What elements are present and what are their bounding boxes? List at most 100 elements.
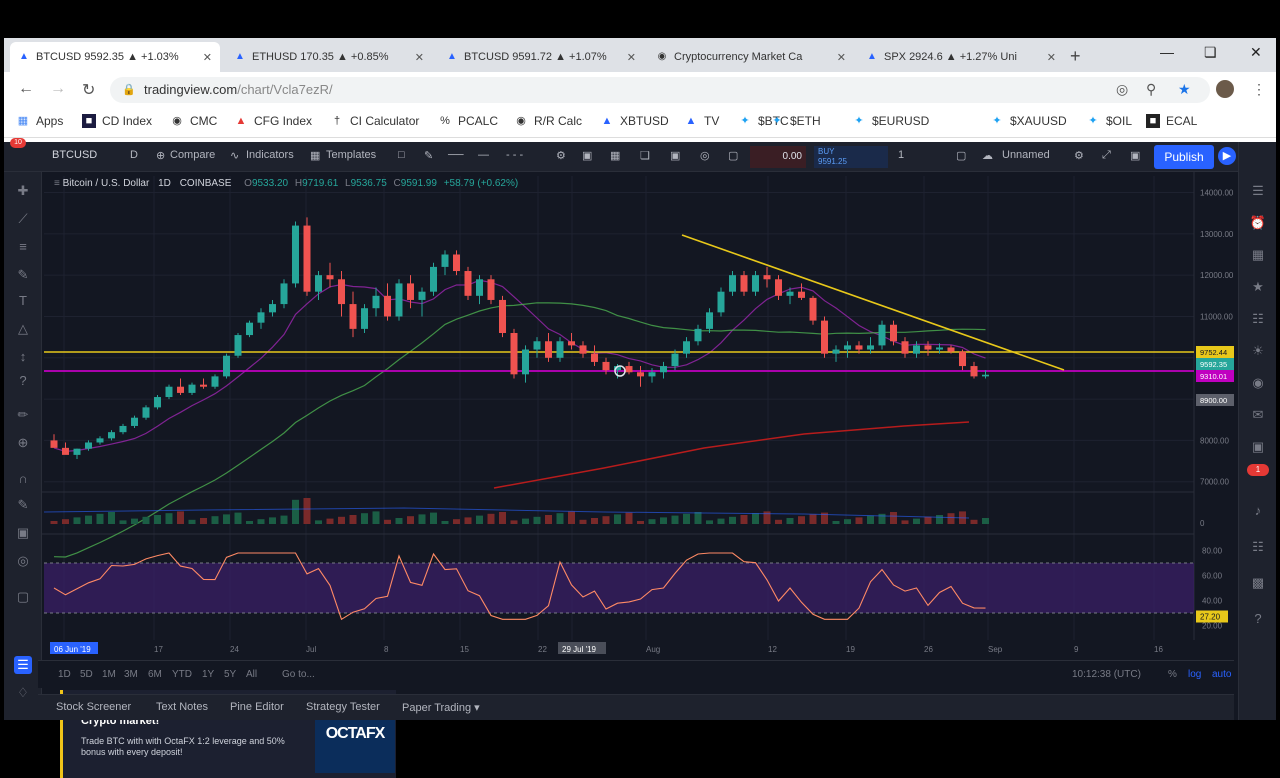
goto-button[interactable]: Go to... [282, 669, 315, 680]
indicators-icon[interactable]: ∿ [230, 149, 239, 162]
tab-text-notes[interactable]: Text Notes [156, 701, 208, 713]
bookmark-cmc[interactable]: ◉ CMC [170, 114, 217, 128]
line-style-icon[interactable]: ── [448, 149, 464, 161]
bookmark-tv[interactable]: ▲ TV [684, 114, 720, 128]
symbol-search[interactable]: BTCUSD [52, 149, 97, 161]
bookmark-ecal[interactable]: ■ ECAL [1146, 114, 1197, 128]
close-icon[interactable]: ✕ [203, 51, 212, 64]
pattern-icon[interactable]: △ [14, 320, 32, 338]
lock-drawings-icon[interactable]: ▣ [14, 524, 32, 542]
remove-drawings-icon[interactable]: ▢ [14, 588, 32, 606]
close-icon[interactable]: ✕ [1047, 51, 1056, 64]
bookmark-eurusd[interactable]: ✦ $EURUSD [852, 114, 929, 128]
range-1m[interactable]: 1M [102, 669, 116, 680]
collapse-icon[interactable]: ≡ [54, 178, 60, 189]
reload-icon[interactable]: ↻ [82, 80, 95, 100]
bookmark-oil[interactable]: ✦ $OIL [1086, 114, 1132, 128]
bookmark-eth[interactable]: ✦ $ETH [770, 114, 820, 128]
tab-paper-trading[interactable]: Paper Trading ▾ [402, 701, 480, 714]
crosshair-icon[interactable]: ✚ [14, 182, 32, 200]
buy-button[interactable]: BUY 9591.25 [814, 146, 888, 168]
hotlist-icon[interactable]: ★ [1249, 278, 1267, 296]
tab-pine-editor[interactable]: Pine Editor [230, 701, 284, 713]
tab-btcusd-2[interactable]: ▲ BTCUSD 9591.72 ▲ +1.07% ✕ [438, 42, 644, 72]
eye-icon[interactable]: ◎ [700, 149, 710, 162]
color-picker-icon[interactable]: ✎ [424, 149, 433, 162]
bookmark-star-icon[interactable]: ★ [1178, 81, 1191, 98]
data-window-icon[interactable]: ▦ [1249, 246, 1267, 264]
notifications-icon[interactable]: ♪ [1249, 502, 1267, 520]
templates-button[interactable]: Templates [326, 149, 376, 161]
log-scale[interactable]: log [1188, 669, 1201, 680]
prediction-icon[interactable]: ↕ [14, 348, 32, 366]
line-dash-icon[interactable]: - - - [506, 149, 523, 161]
watchlist-icon[interactable]: ☰ [1249, 182, 1267, 200]
magnet-icon[interactable]: ∩ [14, 470, 32, 488]
trash-icon[interactable]: ▢ [728, 149, 738, 162]
zoom-in-icon[interactable]: ⊕ [14, 434, 32, 452]
fib-icon[interactable]: ≡ [14, 238, 32, 256]
bookmark-xbtusd[interactable]: ▲ XBTUSD [600, 114, 669, 128]
menu-icon[interactable]: ⋮ [1252, 81, 1266, 98]
interval-select[interactable]: D [130, 149, 138, 161]
range-1d[interactable]: 1D [58, 669, 71, 680]
bookmark-rr-calc[interactable]: ◉ R/R Calc [514, 114, 582, 128]
back-icon[interactable]: ← [18, 80, 34, 98]
calendar-icon[interactable]: ☷ [1249, 310, 1267, 328]
cloud-icon[interactable]: ☁ [982, 149, 993, 162]
help-center-icon[interactable]: ? [1249, 610, 1267, 628]
range-all[interactable]: All [246, 669, 257, 680]
bookmark-pcalc[interactable]: % PCALC [438, 114, 498, 128]
settings-icon[interactable]: ⚙ [1074, 149, 1084, 162]
visibility-icon[interactable]: ▣ [582, 149, 592, 162]
compare-icon[interactable]: ⊕ [156, 149, 165, 162]
play-icon[interactable]: ▶ [1218, 147, 1236, 165]
minimize-icon[interactable]: — [1160, 44, 1174, 60]
bookmark-cfg-index[interactable]: ▲ CFG Index [234, 114, 312, 128]
ruler-icon[interactable]: ✏ [14, 406, 32, 424]
indicators-button[interactable]: Indicators [246, 149, 294, 161]
location-icon[interactable]: ◎ [1116, 81, 1128, 98]
tree-icon[interactable]: ♢ [14, 684, 32, 702]
sell-button[interactable]: 0.00 [750, 146, 806, 168]
quantity-field[interactable]: 1 [898, 149, 904, 161]
fullscreen-icon[interactable]: ⤢ [1102, 149, 1111, 162]
forward-icon[interactable]: → [50, 80, 66, 98]
notification-badge[interactable]: 10 [10, 138, 26, 148]
range-6m[interactable]: 6M [148, 669, 162, 680]
close-icon[interactable]: ✕ [627, 51, 636, 64]
layout-name[interactable]: Unnamed [1002, 149, 1050, 161]
publish-button[interactable]: Publish [1154, 145, 1214, 169]
ideas-icon[interactable]: ☀ [1249, 342, 1267, 360]
time-display[interactable]: 10:12:38 (UTC) [1072, 669, 1141, 680]
bookmark-xauusd[interactable]: ✦ $XAUUSD [990, 114, 1066, 128]
tab-spx[interactable]: ▲ SPX 2924.6 ▲ +1.27% Uni ✕ [858, 42, 1064, 72]
settings-gear-icon[interactable]: ⚙ [556, 149, 566, 162]
auto-scale[interactable]: auto [1212, 669, 1231, 680]
range-1y[interactable]: 1Y [202, 669, 214, 680]
clone-icon[interactable]: ❏ [640, 149, 650, 162]
stay-drawing-icon[interactable]: ✎ [14, 496, 32, 514]
fullscreen-layout-icon[interactable]: ▢ [956, 149, 966, 162]
window-close-icon[interactable]: ✕ [1250, 44, 1262, 61]
compare-button[interactable]: Compare [170, 149, 215, 161]
templates-icon[interactable]: ▦ [310, 149, 320, 162]
messages-icon[interactable]: ▣ [1249, 438, 1267, 456]
hide-drawings-icon[interactable]: ◎ [14, 552, 32, 570]
range-5y[interactable]: 5Y [224, 669, 236, 680]
new-tab-button[interactable]: + [1070, 46, 1081, 67]
trend-line-icon[interactable]: ⟋ [14, 210, 32, 228]
chart-canvas[interactable]: 14000.0013000.0012000.0011000.0010000.00… [4, 142, 1276, 720]
order-panel-icon[interactable]: ☷ [1249, 538, 1267, 556]
text-tool-icon[interactable]: T [14, 292, 32, 310]
range-5d[interactable]: 5D [80, 669, 93, 680]
dom-icon[interactable]: ▩ [1249, 574, 1267, 592]
percent-scale[interactable]: % [1168, 669, 1177, 680]
layout-icon[interactable]: ▦ [610, 149, 620, 162]
profile-avatar[interactable] [1216, 80, 1234, 98]
tab-btcusd[interactable]: ▲ BTCUSD 9592.35 ▲ +1.03% ✕ [10, 42, 220, 72]
tab-ethusd[interactable]: ▲ ETHUSD 170.35 ▲ +0.85% ✕ [226, 42, 432, 72]
line-width-icon[interactable]: ― [478, 149, 489, 161]
camera-icon[interactable]: ▣ [1130, 149, 1140, 162]
streams-icon[interactable]: ◉ [1249, 374, 1267, 392]
